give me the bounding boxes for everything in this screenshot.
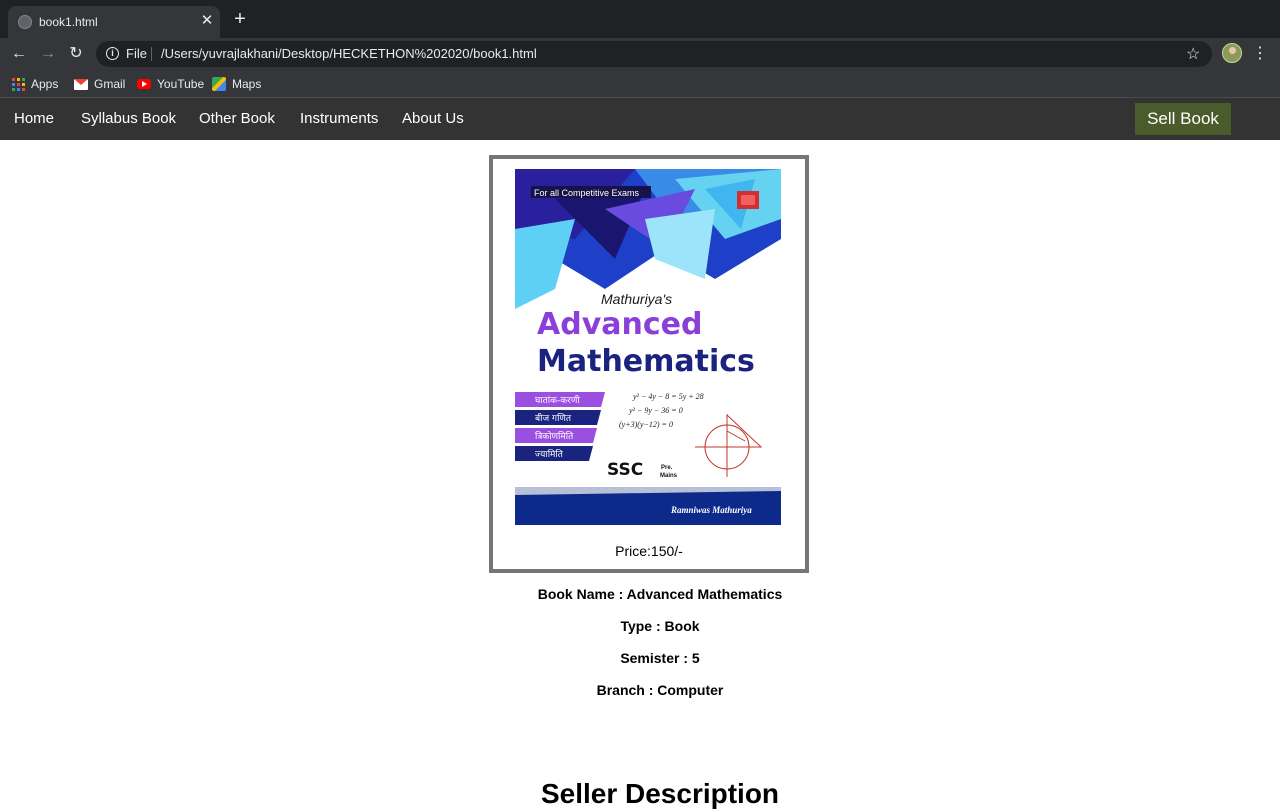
nav-home[interactable]: Home bbox=[14, 110, 54, 127]
bookmark-apps[interactable]: Apps bbox=[12, 76, 58, 92]
book-card[interactable]: For all Competitive Exams Mathuriya's Ad… bbox=[489, 155, 809, 573]
site-navbar: Home Syllabus Book Other Book Instrument… bbox=[0, 98, 1280, 140]
cover-topic: ज्यामिति bbox=[535, 448, 564, 460]
star-icon[interactable]: ☆ bbox=[1186, 44, 1200, 64]
bookmark-label: Apps bbox=[31, 77, 59, 91]
seller-description-heading: Seller Description bbox=[540, 778, 780, 809]
apps-icon bbox=[12, 77, 25, 91]
close-tab-icon[interactable]: ✕ bbox=[198, 12, 216, 30]
cover-title-line2: Mathematics bbox=[537, 344, 755, 379]
menu-icon[interactable]: ⋮ bbox=[1252, 42, 1268, 66]
cover-equation: y² − 4y − 8 = 5y + 28 bbox=[632, 392, 704, 401]
gmail-icon bbox=[74, 78, 88, 90]
new-tab-icon[interactable]: + bbox=[230, 9, 250, 29]
bookmarks-bar: Apps Gmail YouTube Maps bbox=[0, 70, 1280, 98]
detail-semester: Semister : 5 bbox=[620, 650, 700, 666]
cover-equation: (y+3)(y−12) = 0 bbox=[619, 420, 673, 429]
reload-icon[interactable]: ↻ bbox=[64, 42, 88, 66]
omnibox-divider bbox=[151, 47, 152, 61]
address-bar[interactable]: i File /Users/yuvrajlakhani/Desktop/HECK… bbox=[96, 41, 1212, 67]
detail-branch: Branch : Computer bbox=[596, 682, 724, 698]
cover-title-line1: Advanced bbox=[537, 307, 702, 342]
book-price: Price:150/- bbox=[615, 543, 683, 559]
back-icon[interactable]: ← bbox=[7, 42, 31, 66]
nav-other-book[interactable]: Other Book bbox=[199, 110, 275, 127]
bookmark-maps[interactable]: Maps bbox=[212, 76, 261, 92]
cover-topic: घातांक-करणी bbox=[535, 394, 580, 406]
nav-instruments[interactable]: Instruments bbox=[300, 110, 378, 127]
book-details: Book Name : Advanced Mathematics Type : … bbox=[440, 584, 880, 712]
detail-book-name: Book Name : Advanced Mathematics bbox=[537, 586, 783, 602]
cover-tagline: For all Competitive Exams bbox=[534, 188, 640, 198]
browser-toolbar: ← → ↻ i File /Users/yuvrajlakhani/Deskto… bbox=[0, 38, 1280, 70]
bookmark-youtube[interactable]: YouTube bbox=[137, 76, 204, 92]
scheme-label: File bbox=[126, 46, 147, 61]
bookmark-label: Gmail bbox=[94, 77, 126, 91]
youtube-icon bbox=[137, 79, 151, 89]
cover-exam-sub-bottom: Mains bbox=[660, 473, 678, 479]
tab-title: book1.html bbox=[39, 15, 98, 29]
cover-author-italic: Mathuriya's bbox=[601, 291, 672, 307]
bookmark-label: Maps bbox=[232, 77, 262, 91]
detail-type: Type : Book bbox=[620, 618, 700, 634]
maps-icon bbox=[212, 77, 226, 91]
bookmark-gmail[interactable]: Gmail bbox=[74, 76, 125, 92]
profile-avatar[interactable] bbox=[1222, 43, 1242, 63]
nav-syllabus-book[interactable]: Syllabus Book bbox=[81, 110, 176, 127]
browser-tab[interactable]: book1.html ✕ bbox=[8, 6, 220, 38]
info-icon[interactable]: i bbox=[106, 47, 119, 60]
cover-author-footer: Ramniwas Mathuriya bbox=[670, 505, 752, 515]
cover-equation: y² − 9y − 36 = 0 bbox=[628, 406, 683, 415]
book-cover-image: For all Competitive Exams Mathuriya's Ad… bbox=[515, 169, 781, 525]
cover-exam-label: SSC bbox=[607, 460, 643, 480]
cover-topic: बीज गणित bbox=[535, 412, 572, 424]
nav-about-us[interactable]: About Us bbox=[402, 110, 464, 127]
bookmark-label: YouTube bbox=[157, 77, 205, 91]
cover-topic: त्रिकोणमिति bbox=[535, 430, 574, 442]
cover-exam-sub-top: Pre. bbox=[661, 465, 673, 471]
url-text[interactable]: /Users/yuvrajlakhani/Desktop/HECKETHON%2… bbox=[161, 46, 537, 61]
forward-icon[interactable]: → bbox=[36, 42, 60, 66]
globe-icon bbox=[18, 15, 32, 29]
sell-book-button[interactable]: Sell Book bbox=[1135, 103, 1231, 135]
browser-tabstrip: book1.html ✕ + bbox=[0, 0, 1280, 38]
